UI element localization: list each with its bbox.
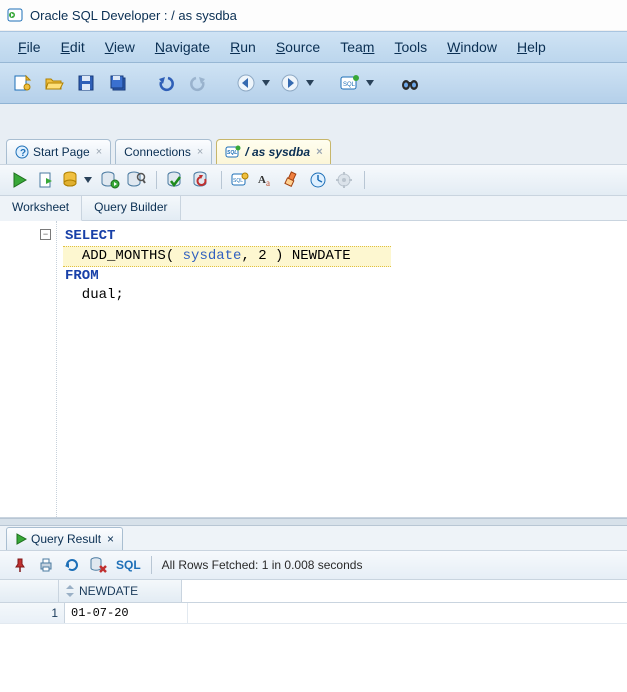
refresh-icon[interactable]	[60, 553, 84, 577]
nav-forward-button[interactable]	[276, 69, 304, 97]
sql-history-button[interactable]	[306, 168, 330, 192]
save-button[interactable]	[72, 69, 100, 97]
separator	[151, 556, 152, 574]
sub-tab-bar: Worksheet Query Builder	[0, 196, 627, 221]
sql-editor[interactable]: − SELECT ADD_MONTHS( sysdate, 2 ) NEWDAT…	[0, 221, 627, 518]
svg-text:a: a	[266, 178, 270, 188]
delete-result-icon[interactable]	[86, 553, 110, 577]
run-script-button[interactable]	[34, 168, 58, 192]
print-icon[interactable]	[34, 553, 58, 577]
svg-text:SQL: SQL	[343, 82, 356, 88]
nav-forward-dropdown[interactable]	[306, 79, 314, 87]
run-result-icon	[15, 533, 27, 545]
fetch-status: All Rows Fetched: 1 in 0.008 seconds	[162, 558, 363, 572]
new-button[interactable]	[8, 69, 36, 97]
close-icon[interactable]: ×	[197, 146, 203, 158]
settings-button[interactable]	[332, 168, 356, 192]
svg-text:SQL: SQL	[233, 178, 243, 184]
sub-tab-query-builder[interactable]: Query Builder	[82, 196, 180, 220]
fold-toggle[interactable]: −	[40, 229, 51, 240]
result-grid: NEWDATE 101-07-20	[0, 580, 627, 624]
sql-code[interactable]: SELECT ADD_MONTHS( sysdate, 2 ) NEWDATE …	[57, 221, 627, 517]
results-pane: Query Result × SQL All Rows Fetched: 1 i…	[0, 526, 627, 624]
results-tab-bar: Query Result ×	[0, 526, 627, 551]
menu-window[interactable]: Window	[437, 35, 507, 59]
separator	[364, 171, 365, 189]
menu-team[interactable]: Team	[330, 35, 384, 59]
row-number: 1	[0, 603, 65, 623]
explain-plan-button[interactable]	[60, 168, 84, 192]
pin-icon[interactable]	[8, 553, 32, 577]
unshared-worksheet-button[interactable]: SQL	[228, 168, 252, 192]
tab-start-page[interactable]: ? Start Page ×	[6, 139, 111, 164]
column-header[interactable]: NEWDATE	[59, 580, 182, 602]
menu-navigate[interactable]: Navigate	[145, 35, 220, 59]
rollback-button[interactable]	[189, 168, 213, 192]
document-tabs-area: ? Start Page × Connections × SQL / as sy…	[0, 104, 627, 165]
redo-button[interactable]	[184, 69, 212, 97]
results-toolbar: SQL All Rows Fetched: 1 in 0.008 seconds	[0, 551, 627, 580]
tab-label: Start Page	[33, 145, 90, 159]
close-icon[interactable]: ×	[316, 146, 322, 158]
menu-run[interactable]: Run	[220, 35, 266, 59]
to-upper-lower-button[interactable]: Aa	[254, 168, 278, 192]
clear-button[interactable]	[280, 168, 304, 192]
menu-source[interactable]: Source	[266, 35, 330, 59]
editor-gutter: −	[0, 221, 57, 517]
worksheet-toolbar: SQL Aa	[0, 165, 627, 196]
menu-file[interactable]: File	[8, 35, 51, 59]
tab-active-connection[interactable]: SQL / as sysdba ×	[216, 139, 331, 164]
undo-button[interactable]	[152, 69, 180, 97]
sort-icon	[65, 585, 75, 597]
open-button[interactable]	[40, 69, 68, 97]
close-icon[interactable]: ×	[96, 146, 102, 158]
sql-worksheet-dropdown[interactable]	[366, 79, 374, 87]
explain-plan-dropdown[interactable]	[84, 176, 92, 184]
tab-query-result[interactable]: Query Result ×	[6, 527, 123, 550]
sql-label[interactable]: SQL	[116, 558, 141, 572]
autotrace-button[interactable]	[98, 168, 122, 192]
menubar: File Edit View Navigate Run Source Team …	[0, 31, 627, 63]
app-icon	[6, 6, 24, 24]
sql-tuning-button[interactable]	[124, 168, 148, 192]
main-toolbar: SQL	[0, 63, 627, 104]
menu-view[interactable]: View	[95, 35, 145, 59]
close-icon[interactable]: ×	[107, 532, 114, 546]
tab-label: Connections	[124, 145, 191, 159]
sql-connection-icon: SQL	[225, 145, 241, 159]
binoculars-icon[interactable]	[396, 69, 424, 97]
svg-text:A: A	[258, 174, 266, 186]
splitter[interactable]	[0, 518, 627, 526]
save-all-button[interactable]	[104, 69, 132, 97]
tab-label: / as sysdba	[245, 145, 310, 159]
titlebar: Oracle SQL Developer : / as sysdba	[0, 0, 627, 31]
sub-tab-worksheet[interactable]: Worksheet	[0, 196, 82, 221]
tab-label: Query Result	[31, 532, 101, 546]
cell[interactable]: 01-07-20	[65, 603, 188, 623]
commit-button[interactable]	[163, 168, 187, 192]
help-icon: ?	[15, 145, 29, 159]
separator	[156, 171, 157, 189]
svg-text:SQL: SQL	[227, 150, 237, 156]
nav-back-dropdown[interactable]	[262, 79, 270, 87]
tab-connections[interactable]: Connections ×	[115, 139, 212, 164]
menu-tools[interactable]: Tools	[384, 35, 437, 59]
nav-back-button[interactable]	[232, 69, 260, 97]
separator	[221, 171, 222, 189]
svg-text:?: ?	[20, 148, 26, 159]
menu-edit[interactable]: Edit	[51, 35, 95, 59]
table-row[interactable]: 101-07-20	[0, 603, 627, 624]
rownum-header	[0, 580, 59, 602]
sql-worksheet-button[interactable]: SQL	[336, 69, 364, 97]
app-title: Oracle SQL Developer : / as sysdba	[30, 8, 237, 23]
column-label: NEWDATE	[79, 584, 138, 598]
run-statement-button[interactable]	[8, 168, 32, 192]
grid-header: NEWDATE	[0, 580, 627, 603]
menu-help[interactable]: Help	[507, 35, 556, 59]
